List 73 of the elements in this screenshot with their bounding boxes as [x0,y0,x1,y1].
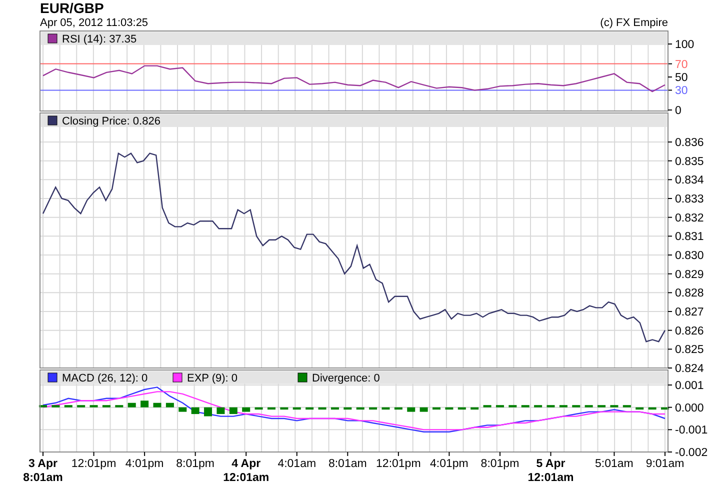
axis-tick-label: 9:01am [646,458,684,470]
bar [306,407,314,410]
bar [178,407,187,412]
bar [242,407,250,412]
axis-tick-label: 3 Apr 8:01am [23,458,63,484]
legend-label: RSI (14): 37.35 [62,34,137,46]
legend-label: EXP (9): 0 [187,372,238,384]
axis-tick-label: 4:01pm [125,458,164,470]
axis-tick-label: 0.827 [675,306,704,318]
axis-tick-label: 0.828 [675,288,704,300]
axis-tick-label: 0.830 [675,250,704,262]
axis-tick-label: 0.836 [675,137,704,149]
chart-title: EUR/GBP [39,0,105,16]
bar [636,407,644,410]
axis-tick-label: -0.001 [675,424,708,437]
reference-line-label: 70 [675,58,688,71]
bar [292,407,301,410]
bar [216,407,225,414]
bar [432,407,441,410]
bar [420,407,428,412]
axis-tick-label: -0.002 [675,447,708,459]
bar [254,407,263,410]
bar [166,402,174,408]
axis-tick-label: 5 Apr 12:01am [528,458,574,484]
copyright-text: (c) FX Empire [600,16,668,30]
bar [191,407,200,414]
axis-tick-label: 100 [675,39,694,51]
axis-tick-label: 0.829 [675,268,704,281]
bar [140,400,149,408]
axis-tick-label: 50 [675,72,688,84]
axis-tick-label: 0.001 [675,380,704,392]
axis-tick-label: 0.824 [675,363,704,375]
legend-label: MACD (26, 12): 0 [62,372,148,384]
timestamp: Apr 05, 2012 11:03:25 [40,16,148,30]
bar [470,407,479,410]
axis-tick-label: 8:01pm [176,458,214,470]
bar [458,407,466,410]
bar [445,407,454,410]
axis-tick-label: 4 Apr 12:01am [223,458,270,484]
axis-tick-label: 5:01am [595,458,634,470]
legend-label: Closing Price: 0.826 [62,116,160,128]
axis-tick-label: 12:01pm [71,458,116,470]
axis-tick-label: 0.833 [675,194,704,206]
bar [369,407,378,410]
axis-tick-label: 8:01pm [480,458,520,470]
bar [318,407,326,410]
bar [204,407,212,416]
axis-tick-label: 0 [675,105,682,117]
reference-line-label: 30 [675,85,688,98]
axis-tick-label: 0.835 [675,156,704,168]
axis-tick-label: 4:01am [278,458,316,470]
axis-tick-label: 12:01pm [376,458,421,470]
bar [407,407,416,412]
axis-tick-label: 0.826 [675,325,704,338]
legend-label: Divergence: 0 [312,372,380,384]
bar [153,402,162,408]
bar [382,407,390,410]
bar [394,407,402,410]
axis-tick-label: 0.832 [675,212,704,224]
axis-tick-label: 8:01am [328,458,367,470]
axis-tick-label: 0.825 [675,344,704,356]
bar [344,407,352,410]
bar [330,407,339,410]
bar [128,402,136,408]
bar [267,407,276,410]
bar [356,407,364,410]
bar [229,407,238,414]
axis-tick-label: 4:01pm [430,458,468,470]
bar [280,407,288,410]
axis-tick-label: 0.000 [675,402,704,414]
axis-tick-label: 0.831 [675,231,704,244]
axis-tick-label: 0.834 [675,174,704,187]
bar [648,407,656,410]
